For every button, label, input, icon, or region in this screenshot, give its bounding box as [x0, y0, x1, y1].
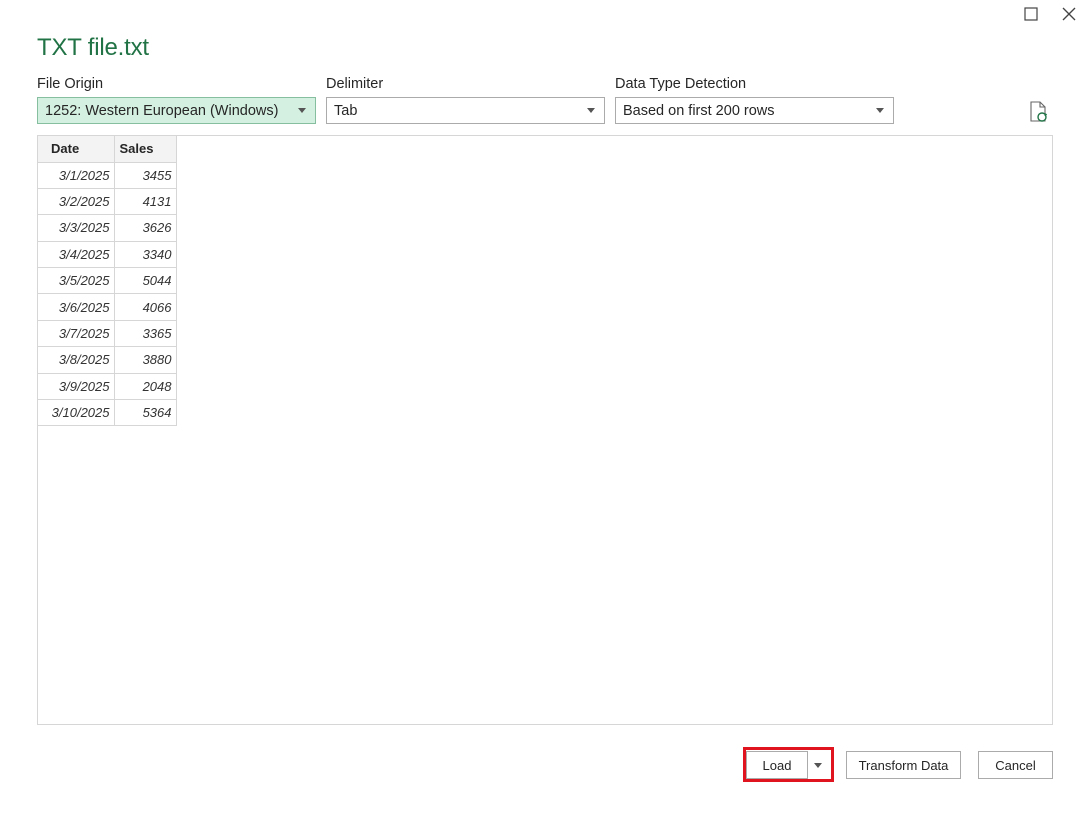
load-highlight-annotation: [743, 747, 834, 782]
cell-date: 3/1/2025: [38, 162, 115, 189]
cell-sales: 3880: [114, 346, 177, 374]
delimiter-value: Tab: [334, 102, 358, 119]
cell-date: 3/8/2025: [38, 346, 115, 374]
chevron-down-icon: [298, 108, 306, 113]
maximize-button[interactable]: [1021, 4, 1041, 24]
transform-data-button[interactable]: Transform Data: [846, 751, 961, 779]
delimiter-label: Delimiter: [326, 76, 384, 92]
data-type-detection-label: Data Type Detection: [615, 76, 747, 92]
table-row: 3/8/2025 3880: [38, 346, 177, 374]
cell-date: 3/7/2025: [38, 320, 115, 348]
table-row: 3/4/2025 3340: [38, 241, 177, 269]
table-header-row: Date Sales: [38, 136, 177, 163]
cell-sales: 5044: [114, 267, 177, 295]
chevron-down-icon: [876, 108, 884, 113]
cell-sales: 4066: [114, 293, 177, 321]
file-origin-dropdown[interactable]: 1252: Western European (Windows): [37, 97, 316, 124]
cell-date: 3/10/2025: [38, 399, 115, 427]
cell-sales: 3455: [114, 162, 177, 189]
cell-date: 3/2/2025: [38, 188, 115, 216]
cell-date: 3/9/2025: [38, 373, 115, 401]
data-type-detection-dropdown[interactable]: Based on first 200 rows: [615, 97, 894, 124]
table-row: 3/2/2025 4131: [38, 188, 177, 216]
chevron-down-icon: [587, 108, 595, 113]
preview-table: Date Sales 3/1/2025 3455 3/2/2025 4131 3…: [38, 136, 177, 427]
data-preview-pane: Date Sales 3/1/2025 3455 3/2/2025 4131 3…: [37, 135, 1053, 725]
table-row: 3/6/2025 4066: [38, 293, 177, 321]
data-type-detection-value: Based on first 200 rows: [623, 102, 775, 119]
table-row: 3/5/2025 5044: [38, 267, 177, 295]
file-origin-label: File Origin: [37, 76, 104, 92]
column-header-sales[interactable]: Sales: [114, 136, 177, 163]
refresh-file-icon: [1030, 101, 1048, 122]
cell-date: 3/3/2025: [38, 214, 115, 242]
table-row: 3/10/2025 5364: [38, 399, 177, 427]
table-row: 3/3/2025 3626: [38, 214, 177, 242]
dialog-title: TXT file.txt: [37, 34, 149, 61]
table-row: 3/1/2025 3455: [38, 162, 177, 189]
cell-sales: 3365: [114, 320, 177, 348]
close-button[interactable]: [1059, 4, 1079, 24]
cell-sales: 3626: [114, 214, 177, 242]
cell-sales: 5364: [114, 399, 177, 427]
cell-sales: 2048: [114, 373, 177, 401]
cancel-button[interactable]: Cancel: [978, 751, 1053, 779]
table-row: 3/7/2025 3365: [38, 320, 177, 348]
maximize-icon: [1024, 7, 1038, 21]
cell-date: 3/6/2025: [38, 293, 115, 321]
cell-date: 3/4/2025: [38, 241, 115, 269]
table-row: 3/9/2025 2048: [38, 373, 177, 401]
refresh-preview-button[interactable]: [1029, 101, 1049, 123]
cell-date: 3/5/2025: [38, 267, 115, 295]
file-origin-value: 1252: Western European (Windows): [45, 102, 279, 119]
column-header-date[interactable]: Date: [38, 136, 115, 163]
delimiter-dropdown[interactable]: Tab: [326, 97, 605, 124]
import-dialog: TXT file.txt File Origin 1252: Western E…: [0, 0, 1086, 814]
close-icon: [1062, 7, 1076, 21]
cell-sales: 3340: [114, 241, 177, 269]
cell-sales: 4131: [114, 188, 177, 216]
